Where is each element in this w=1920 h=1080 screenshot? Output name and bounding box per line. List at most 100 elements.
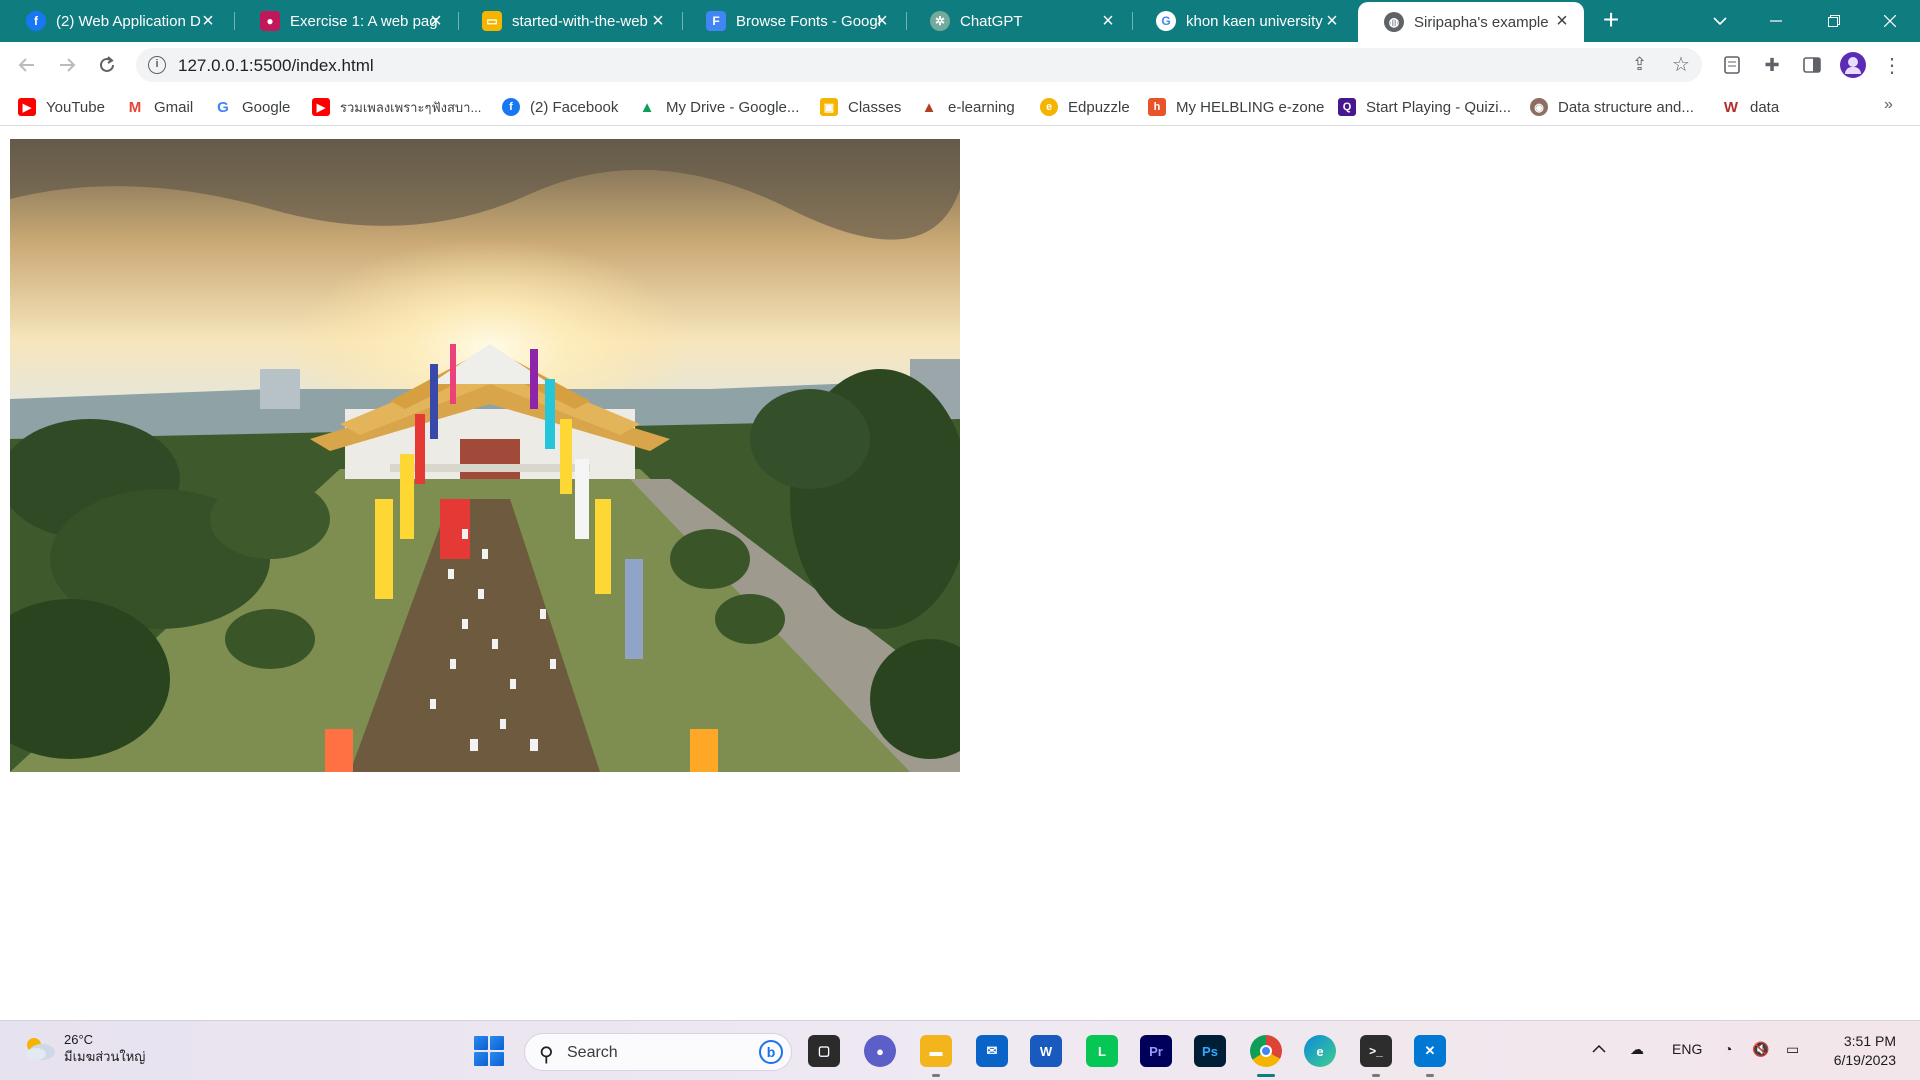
bookmark-e-learning[interactable]: ▲ e-learning <box>920 96 1015 118</box>
bookmark-label: My Drive - Google... <box>666 98 800 116</box>
running-indicator <box>1426 1074 1434 1077</box>
battery-icon[interactable]: ▭ <box>1786 1041 1799 1058</box>
edge-icon[interactable]: e <box>1304 1035 1336 1067</box>
reading-mode-button[interactable] <box>1718 51 1746 79</box>
side-panel-button[interactable] <box>1798 51 1826 79</box>
quizizz-icon: Q <box>1338 98 1356 116</box>
mail-icon[interactable]: ✉ <box>976 1035 1008 1067</box>
globe-icon: ◍ <box>1384 12 1404 32</box>
running-indicator <box>1372 1074 1380 1077</box>
bookmark-label: (2) Facebook <box>530 98 619 116</box>
photoshop-icon[interactable]: Ps <box>1194 1035 1226 1067</box>
url-text[interactable]: 127.0.0.1:5500/index.html <box>178 56 374 76</box>
drive-icon: ▲ <box>638 98 656 116</box>
bookmark-data-structure[interactable]: ◉ Data structure and... <box>1530 96 1694 118</box>
arrow-right-icon <box>60 58 76 72</box>
bookmark-thai-songs[interactable]: ▶ รวมเพลงเพราะๆฟังสบา... <box>312 96 481 118</box>
bookmark-label: Classes <box>848 98 902 116</box>
tab-chatgpt[interactable]: ✲ ChatGPT × <box>904 0 1130 42</box>
running-indicator <box>932 1074 940 1077</box>
tab-search-button[interactable] <box>1692 0 1748 42</box>
profile-avatar[interactable] <box>1840 52 1866 78</box>
minimize-icon <box>1770 20 1782 22</box>
bookmark-edpuzzle[interactable]: e Edpuzzle <box>1040 96 1130 118</box>
weather-temperature: 26°C <box>64 1032 94 1047</box>
language-indicator[interactable]: ENG <box>1672 1041 1702 1057</box>
new-tab-button[interactable]: + <box>1598 6 1624 34</box>
hero-image <box>10 139 960 772</box>
close-icon[interactable]: × <box>648 11 668 31</box>
windows-taskbar: 26°C มีเมฆส่วนใหญ่ ⚲ Search b ▢ ● ▬ ✉ W … <box>0 1020 1920 1080</box>
minimize-button[interactable] <box>1748 0 1804 42</box>
close-icon[interactable]: × <box>1552 11 1572 31</box>
close-icon[interactable]: × <box>1322 11 1342 31</box>
start-button[interactable] <box>474 1036 504 1066</box>
system-clock[interactable]: 3:51 PM 6/19/2023 <box>1820 1032 1896 1070</box>
tab-khon-kaen-university[interactable]: G khon kaen university × <box>1130 0 1354 42</box>
close-icon <box>1884 15 1896 27</box>
bookmark-data[interactable]: W data <box>1722 96 1779 118</box>
tab-web-application[interactable]: f (2) Web Application D × <box>0 0 230 42</box>
terminal-icon[interactable]: >_ <box>1360 1035 1392 1067</box>
close-icon[interactable]: × <box>198 11 218 31</box>
meet-icon[interactable]: ● <box>864 1035 896 1067</box>
bookmark-google[interactable]: G Google <box>214 96 290 118</box>
close-icon[interactable]: × <box>872 11 892 31</box>
bookmark-facebook[interactable]: f (2) Facebook <box>502 96 618 118</box>
aerial-photo-university-hall <box>10 139 960 772</box>
more-bookmarks-button[interactable]: » <box>1884 96 1893 114</box>
tab-browse-fonts[interactable]: F Browse Fonts - Googl × <box>680 0 904 42</box>
youtube-icon: ▶ <box>18 98 36 116</box>
vscode-icon[interactable]: ✕ <box>1414 1035 1446 1067</box>
clock-date: 6/19/2023 <box>1833 1052 1896 1068</box>
bookmark-star-icon[interactable]: ☆ <box>1672 52 1690 77</box>
line-icon[interactable]: L <box>1086 1035 1118 1067</box>
windows-logo-tile <box>490 1052 504 1066</box>
address-bar[interactable]: i 127.0.0.1:5500/index.html ⇪ ☆ <box>136 48 1702 82</box>
windows-logo-tile <box>474 1052 488 1066</box>
tab-exercise-1[interactable]: ● Exercise 1: A web pag × <box>234 0 458 42</box>
bing-icon[interactable]: b <box>759 1040 783 1064</box>
share-icon[interactable]: ⇪ <box>1632 54 1647 75</box>
bookmark-gmail[interactable]: M Gmail <box>126 96 193 118</box>
onedrive-icon[interactable]: ☁ <box>1630 1041 1644 1058</box>
google-icon: G <box>214 98 232 116</box>
wifi-icon[interactable]: ◔ <box>1724 1041 1732 1057</box>
word-icon[interactable]: W <box>1030 1035 1062 1067</box>
close-window-button[interactable] <box>1862 0 1918 42</box>
bookmark-helbling[interactable]: h My HELBLING e-zone <box>1148 96 1324 118</box>
restore-button[interactable] <box>1806 0 1862 42</box>
bookmark-quizizz[interactable]: Q Start Playing - Quizi... <box>1338 96 1511 118</box>
bookmark-label: Edpuzzle <box>1068 98 1130 116</box>
bookmark-classes[interactable]: ▣ Classes <box>820 96 901 118</box>
task-view-icon[interactable]: ▢ <box>808 1035 840 1067</box>
close-icon[interactable]: × <box>426 11 446 31</box>
premiere-icon[interactable]: Pr <box>1140 1035 1172 1067</box>
back-button[interactable] <box>12 50 42 80</box>
tab-title: started-with-the-web <box>512 12 648 30</box>
speaker-muted-icon[interactable]: 🔇 <box>1752 1041 1769 1058</box>
chrome-center-dot <box>1260 1045 1272 1057</box>
chrome-icon[interactable] <box>1250 1035 1282 1067</box>
tab-title: ChatGPT <box>960 12 1023 30</box>
bookmark-my-drive[interactable]: ▲ My Drive - Google... <box>638 96 799 118</box>
close-icon[interactable]: × <box>1098 11 1118 31</box>
tab-siripapha-example[interactable]: ◍ Siripapha's example × <box>1358 2 1584 42</box>
reload-button[interactable] <box>92 50 122 80</box>
taskbar-search[interactable]: ⚲ Search b <box>524 1033 792 1071</box>
windows-logo-tile <box>474 1036 488 1050</box>
weather-widget[interactable]: 26°C มีเมฆส่วนใหญ่ <box>22 1031 145 1065</box>
bookmark-youtube[interactable]: ▶ YouTube <box>18 96 105 118</box>
bookmark-label: Data structure and... <box>1558 98 1694 116</box>
show-hidden-icons-button[interactable] <box>1592 1041 1606 1057</box>
tab-started-with-the-web[interactable]: ▭ started-with-the-web × <box>456 0 680 42</box>
forward-button[interactable] <box>52 50 82 80</box>
bookmark-label: Start Playing - Quizi... <box>1366 98 1512 116</box>
browser-menu-button[interactable]: ⋮ <box>1878 51 1906 79</box>
extensions-button[interactable]: ✚ <box>1758 51 1786 79</box>
file-explorer-icon[interactable]: ▬ <box>920 1035 952 1067</box>
site-info-icon[interactable]: i <box>148 56 166 74</box>
wikipedia-icon: W <box>1722 98 1740 116</box>
classroom-icon: ● <box>260 11 280 31</box>
windows-logo-tile <box>490 1036 504 1050</box>
